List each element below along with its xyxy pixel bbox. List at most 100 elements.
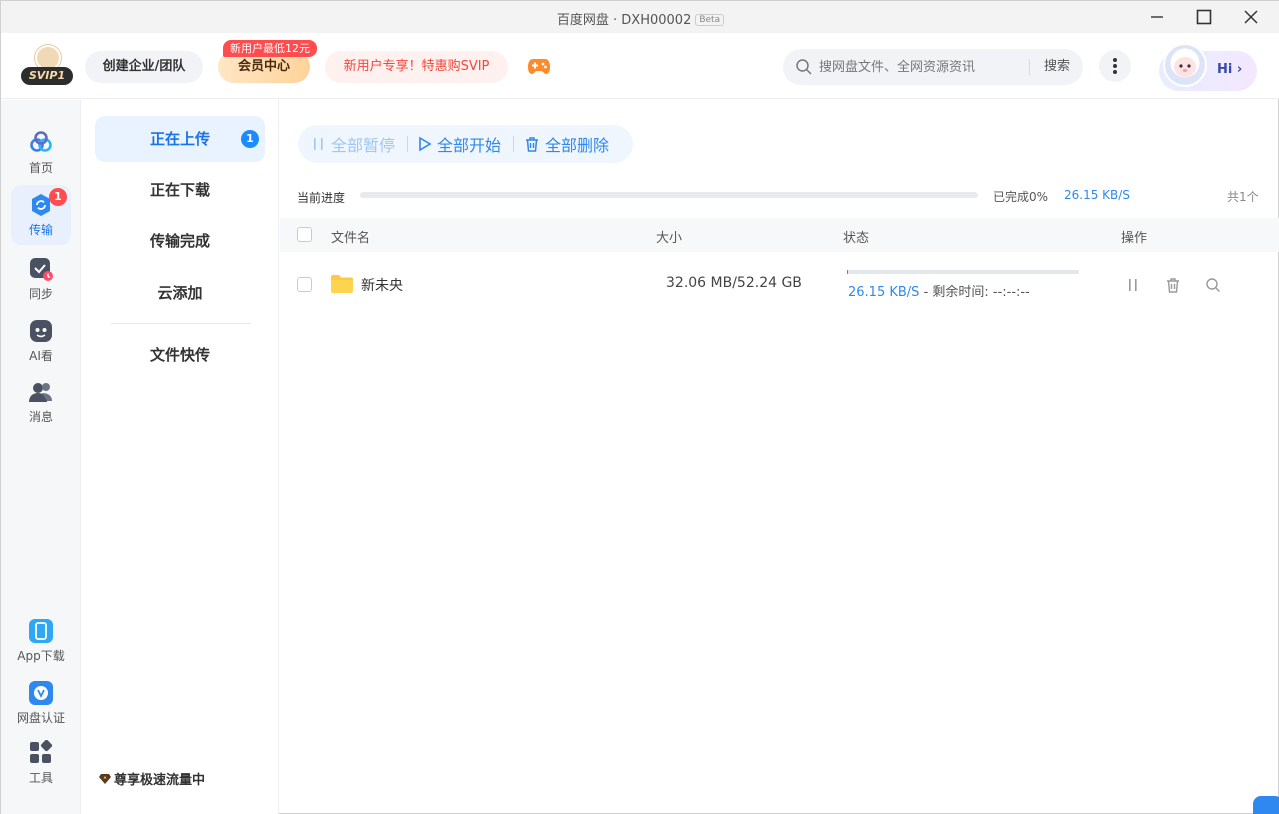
search-icon: [1206, 278, 1220, 292]
minimize-icon: [1151, 16, 1163, 18]
help-button[interactable]: [1253, 796, 1279, 814]
nav-ai-label: AI看: [29, 349, 53, 363]
file-speed: 26.15 KB/S: [848, 285, 920, 300]
pause-icon: [1129, 279, 1137, 291]
user-avatar: [1163, 43, 1207, 87]
home-icon: [30, 131, 52, 152]
column-size[interactable]: 大小: [656, 227, 682, 246]
delete-button[interactable]: [1162, 274, 1184, 296]
nav-app-download[interactable]: App下载: [1, 618, 81, 664]
select-all-checkbox[interactable]: [297, 227, 312, 242]
game-button[interactable]: [527, 55, 551, 81]
file-name[interactable]: 新未央: [361, 275, 403, 295]
file-status: 26.15 KB/S - 剩余时间: --:--:--: [848, 281, 1030, 300]
tab-quick-transfer[interactable]: 文件快传: [95, 332, 265, 378]
nav-tools[interactable]: 工具: [1, 740, 81, 786]
trash-icon: [1167, 277, 1179, 293]
column-actions: 操作: [1121, 231, 1148, 246]
phone-icon: [29, 619, 53, 643]
progress-label: 当前进度: [297, 191, 346, 205]
vip-promo-tag: 新用户最低12元: [223, 40, 317, 57]
gamepad-icon: [528, 59, 550, 74]
create-team-button[interactable]: 创建企业/团队: [85, 51, 203, 83]
nav-home[interactable]: 首页: [1, 130, 81, 176]
delete-all-label: 全部删除: [545, 136, 610, 155]
search-input[interactable]: [819, 49, 1009, 85]
window-title-text: 百度网盘 · DXH00002: [556, 13, 692, 28]
progress-speed-text: 26.15 KB/S: [1064, 188, 1130, 202]
close-icon: [1244, 10, 1258, 24]
tools-icon: [30, 740, 53, 763]
search-button[interactable]: 搜索: [1035, 49, 1079, 85]
pause-all-button[interactable]: 全部暂停: [312, 132, 395, 156]
search-icon: [796, 59, 812, 75]
more-vertical-icon: [1113, 58, 1117, 74]
svip-badge: SVIP1: [21, 67, 73, 85]
delete-all-button[interactable]: 全部删除: [524, 132, 609, 156]
start-all-label: 全部开始: [437, 136, 502, 155]
tab-completed[interactable]: 传输完成: [95, 218, 265, 264]
search-box: 搜索: [783, 49, 1083, 85]
progress-done-text: 已完成0%: [993, 190, 1049, 204]
tab-cloud-add[interactable]: 云添加: [95, 270, 265, 316]
vip-speed-text: 尊享极速流量中: [114, 773, 206, 788]
minimize-button[interactable]: [1134, 1, 1180, 33]
uploading-count-badge: 1: [241, 130, 259, 148]
toolbar-divider: [407, 136, 409, 152]
trash-icon: [526, 136, 539, 152]
nav-app-download-label: App下载: [17, 649, 65, 663]
nav-tools-label: 工具: [28, 771, 53, 785]
file-progress-bar: [847, 270, 1079, 274]
user-menu[interactable]: Hi ›: [1159, 43, 1257, 91]
column-name[interactable]: 文件名: [331, 227, 370, 246]
greeting-label: Hi: [1217, 62, 1233, 77]
nav-message-label: 消息: [28, 410, 53, 424]
tab-uploading-label: 正在上传: [149, 130, 210, 148]
robot-avatar-icon: [1174, 57, 1196, 77]
search-divider: [1029, 59, 1030, 75]
table-row[interactable]: 新未央 32.06 MB/52.24 GB 26.15 KB/S - 剩余时间:…: [280, 260, 1279, 310]
ai-icon: [30, 320, 52, 342]
beta-tag: Beta: [695, 14, 725, 26]
vip-speed-status[interactable]: 尊享极速流量中: [99, 769, 205, 788]
maximize-button[interactable]: [1181, 1, 1227, 33]
subnav-divider: [111, 323, 251, 324]
title-bar: 百度网盘 · DXH00002 Beta: [1, 1, 1279, 33]
nav-sync[interactable]: 同步: [1, 256, 81, 302]
app-header: SVIP1 创建企业/团队 会员中心 新用户最低12元 新用户专享！特惠购SVI…: [1, 33, 1279, 99]
close-button[interactable]: [1228, 1, 1274, 33]
nav-home-label: 首页: [28, 161, 53, 175]
table-header: 文件名 大小 状态 操作: [280, 218, 1279, 252]
overall-progress-bar: [360, 192, 978, 198]
file-size: 32.06 MB/52.24 GB: [666, 275, 802, 291]
pause-all-label: 全部暂停: [331, 136, 396, 155]
batch-toolbar: 全部暂停 全部开始 全部删除: [298, 125, 634, 163]
row-checkbox[interactable]: [297, 277, 312, 292]
nav-ai[interactable]: AI看: [1, 318, 81, 364]
diamond-icon: [99, 774, 111, 784]
file-remaining-time: - 剩余时间: --:--:--: [919, 285, 1030, 300]
window-title: 百度网盘 · DXH00002 Beta: [1, 9, 1279, 28]
svip-promo-button[interactable]: 新用户专享！特惠购SVIP: [325, 51, 508, 83]
nav-verify[interactable]: 网盘认证: [1, 680, 81, 726]
tab-downloading[interactable]: 正在下载: [95, 167, 265, 213]
folder-icon: [331, 275, 353, 293]
verify-icon: [29, 681, 53, 705]
nav-sync-label: 同步: [28, 287, 53, 301]
svip-avatar[interactable]: SVIP1: [21, 45, 73, 87]
toolbar-divider: [513, 136, 515, 152]
nav-transfer-label: 传输: [28, 223, 53, 237]
tab-uploading[interactable]: 正在上传 1: [95, 116, 265, 162]
pause-button[interactable]: [1122, 274, 1144, 296]
nav-message[interactable]: 消息: [1, 379, 81, 425]
maximize-icon: [1196, 9, 1212, 25]
nav-transfer[interactable]: 传输 1: [1, 188, 81, 238]
transfer-badge: 1: [49, 188, 67, 206]
more-button[interactable]: [1099, 50, 1131, 82]
pause-icon: [314, 138, 323, 150]
nav-verify-label: 网盘认证: [16, 711, 65, 725]
column-status: 状态: [843, 231, 870, 246]
sync-icon: [30, 258, 53, 281]
start-all-button[interactable]: 全部开始: [418, 132, 501, 156]
locate-button[interactable]: [1202, 274, 1224, 296]
